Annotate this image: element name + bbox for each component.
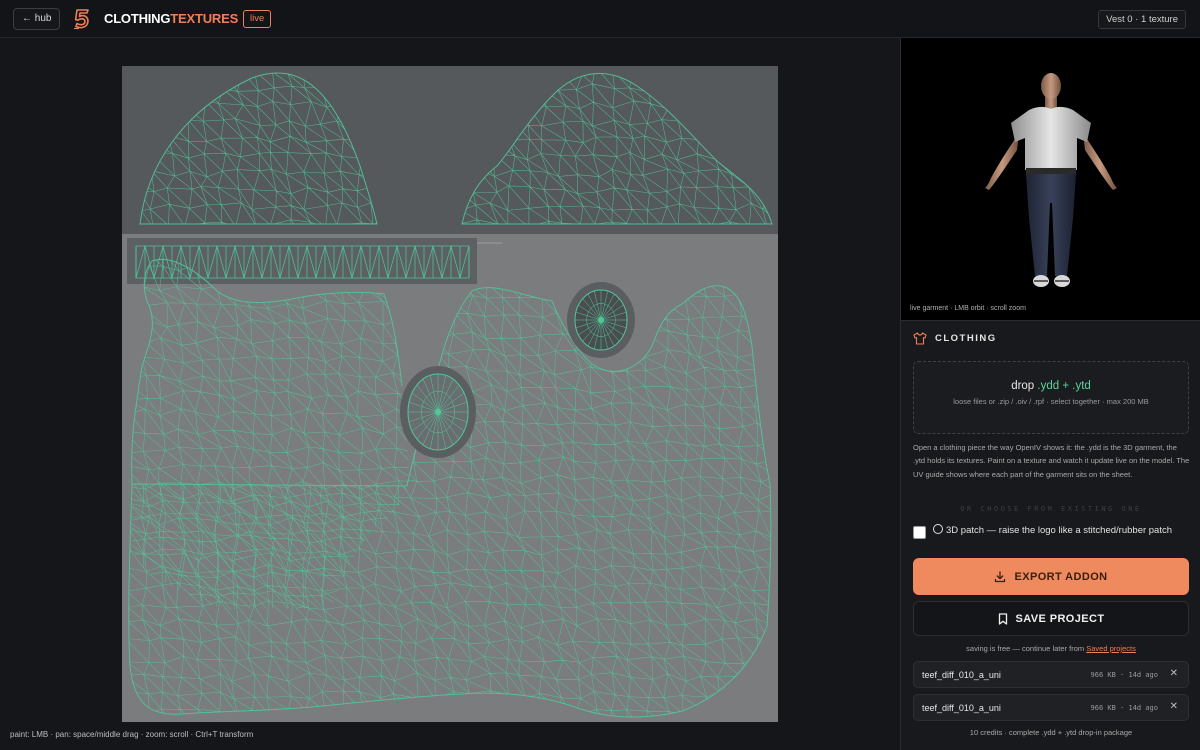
file-dropzone[interactable]: drop .ydd + .ytd loose files or .zip / .… bbox=[913, 361, 1189, 434]
clothing-section-title: CLOTHING bbox=[935, 333, 997, 344]
hub-button[interactable]: ← hub bbox=[13, 8, 61, 30]
drop-extensions: .ydd + .ytd bbox=[1037, 380, 1091, 392]
file-meta: 966 KB · 14d ago bbox=[1090, 704, 1158, 712]
export-addon-button[interactable]: EXPORT ADDON bbox=[913, 558, 1189, 595]
bookmark-icon bbox=[998, 612, 1007, 625]
controls-hint: paint: LMB · pan: space/middle drag · zo… bbox=[10, 730, 254, 739]
file-age: 14d ago bbox=[1128, 704, 1158, 712]
saved-file-row[interactable]: teef_diff_010_a_uni 966 KB · 14d ago ✕ bbox=[913, 694, 1189, 721]
export-addon-label: EXPORT ADDON bbox=[1014, 570, 1108, 583]
drop-prefix: drop bbox=[1011, 380, 1038, 392]
uv-texture-sheet[interactable] bbox=[122, 66, 778, 722]
file-name: teef_diff_010_a_uni bbox=[922, 703, 1001, 713]
clothing-description: Open a clothing piece the way OpenIV sho… bbox=[913, 443, 1190, 479]
file-size: 966 KB bbox=[1090, 704, 1116, 712]
brand-title: CLOTHINGTEXTURES bbox=[104, 11, 238, 26]
texture-selector[interactable]: Vest 0 · 1 texture bbox=[1098, 10, 1186, 29]
remove-file-icon[interactable]: ✕ bbox=[1170, 701, 1178, 712]
brand-part-textures: TEXTURES bbox=[170, 11, 239, 26]
top-bar: ← hub CLOTHINGTEXTURES live Vest 0 · 1 t… bbox=[0, 0, 1200, 38]
download-icon bbox=[995, 570, 1006, 582]
save-note: saving is free — continue later from Sav… bbox=[901, 644, 1200, 653]
patch-circle-icon bbox=[933, 524, 943, 534]
dropzone-subtitle: loose files or .zip / .oiv / .rpf · sele… bbox=[953, 397, 1149, 406]
remove-file-icon[interactable]: ✕ bbox=[1170, 668, 1178, 679]
paint-canvas-area[interactable]: paint: LMB · pan: space/middle drag · zo… bbox=[0, 38, 900, 750]
choose-existing-divider: OR CHOOSE FROM EXISTING ONE bbox=[960, 505, 1142, 513]
logo-icon bbox=[74, 9, 89, 30]
brand-part-clothing: CLOTHING bbox=[104, 11, 171, 26]
save-note-text: saving is free — continue later from bbox=[966, 644, 1087, 653]
3d-patch-label-wrapper: 3D patch — raise the logo like a stitche… bbox=[933, 524, 1189, 537]
3d-patch-label: 3D patch — raise the logo like a stitche… bbox=[946, 525, 1173, 536]
live-badge: live bbox=[243, 10, 272, 28]
file-age: 14d ago bbox=[1128, 671, 1158, 679]
dropzone-title: drop .ydd + .ytd bbox=[914, 380, 1188, 392]
save-project-label: SAVE PROJECT bbox=[1015, 612, 1105, 625]
3d-patch-checkbox[interactable] bbox=[913, 526, 926, 539]
file-size: 966 KB bbox=[1090, 671, 1116, 679]
model-figure bbox=[985, 73, 1117, 287]
clothing-section-header: CLOTHING bbox=[913, 332, 997, 345]
file-meta: 966 KB · 14d ago bbox=[1090, 671, 1158, 679]
credits-note: 10 credits · complete .ydd + .ytd drop-i… bbox=[969, 728, 1133, 737]
preview-caption: live garment · LMB orbit · scroll zoom bbox=[910, 305, 1026, 312]
right-panel: live garment · LMB orbit · scroll zoom C… bbox=[900, 38, 1200, 750]
saved-projects-link[interactable]: Saved projects bbox=[1086, 644, 1136, 653]
file-name: teef_diff_010_a_uni bbox=[922, 670, 1001, 680]
3d-model-preview[interactable]: live garment · LMB orbit · scroll zoom bbox=[901, 38, 1200, 321]
save-project-button[interactable]: SAVE PROJECT bbox=[913, 601, 1189, 636]
saved-file-row[interactable]: teef_diff_010_a_uni 966 KB · 14d ago ✕ bbox=[913, 661, 1189, 688]
shirt-icon bbox=[913, 332, 927, 345]
